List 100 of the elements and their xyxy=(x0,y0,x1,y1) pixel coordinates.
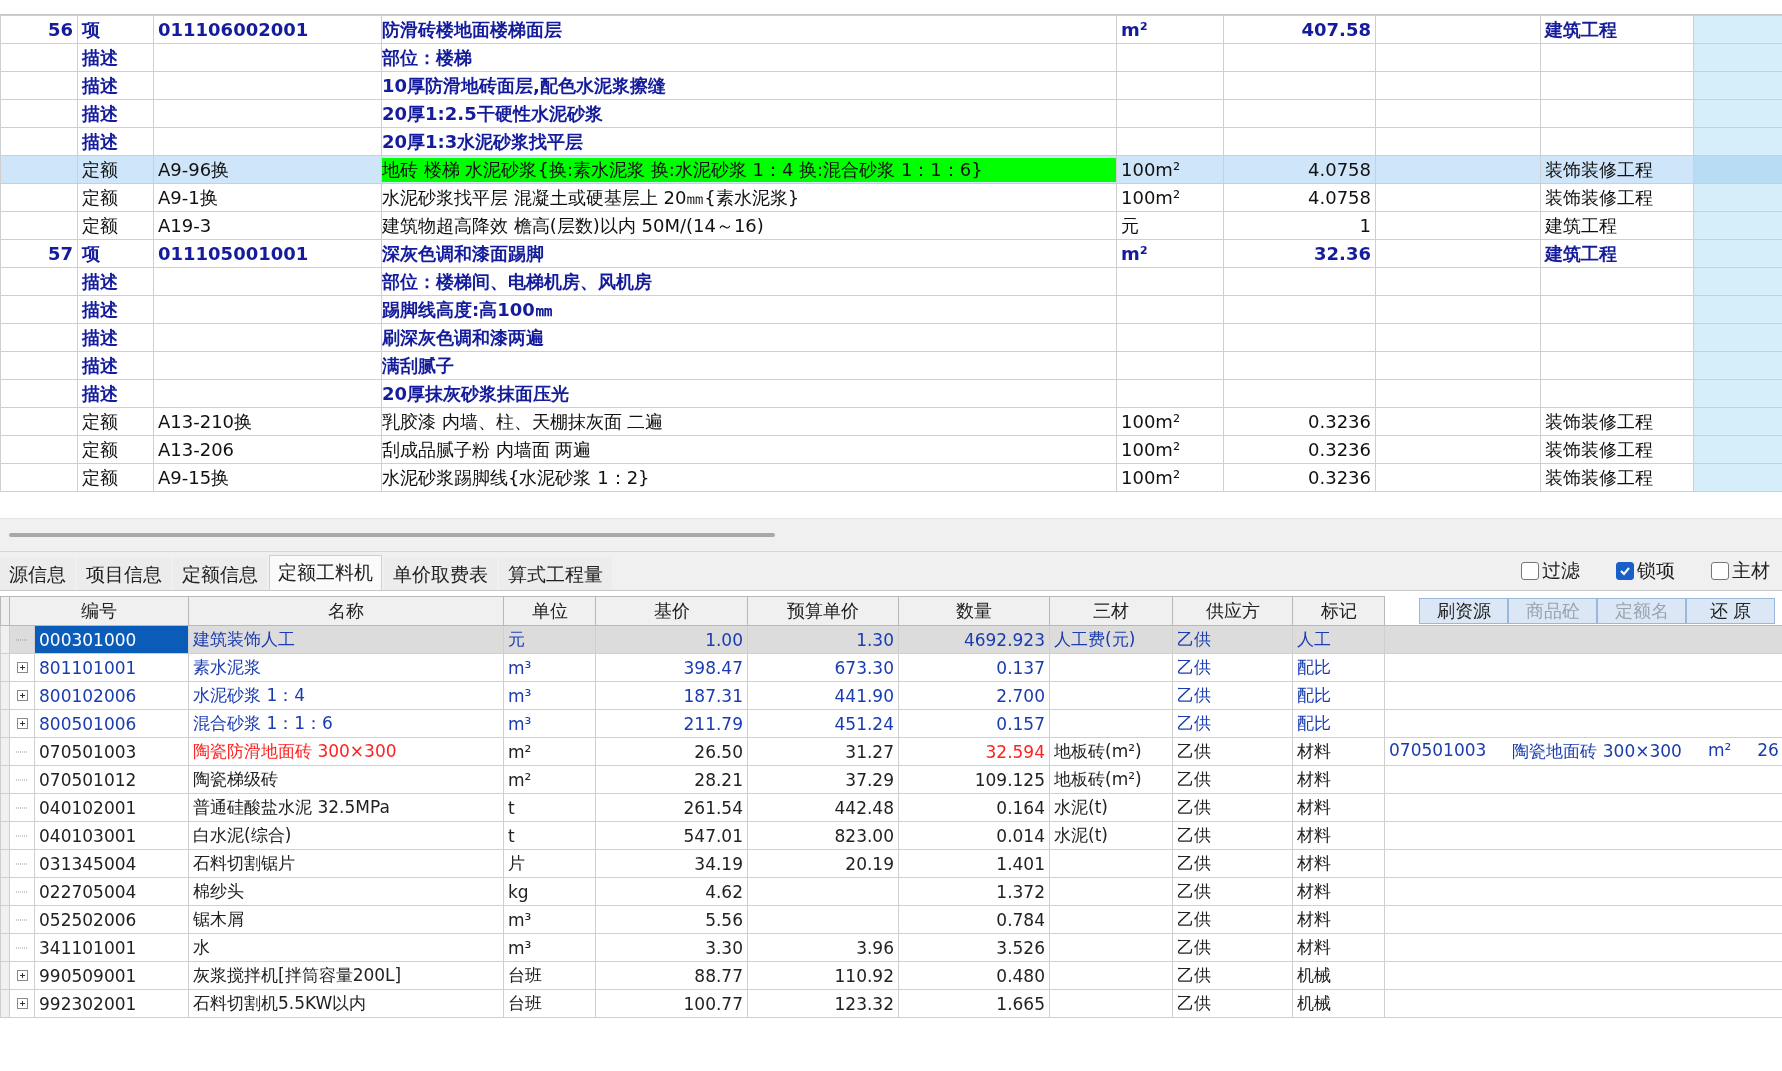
row-number: 57 xyxy=(47,243,73,264)
item-name: 防滑砖楼地面楼梯面层 xyxy=(382,17,563,42)
action-button[interactable]: 还 原 xyxy=(1686,597,1775,624)
item-code: 011106002001 xyxy=(158,19,309,40)
category: 建筑工程 xyxy=(1545,18,1617,40)
item-name: 刮成品腻子粉 内墙面 两遍 xyxy=(382,437,593,462)
horizontal-scrollbar[interactable] xyxy=(0,518,1782,551)
category: 装饰装修工程 xyxy=(1545,186,1653,208)
quantity: 4.0758 xyxy=(1308,187,1371,208)
unit: 片 xyxy=(508,853,525,873)
resource-code: 800102006 xyxy=(39,685,137,706)
row-type: 描述 xyxy=(82,74,118,96)
column-header: 数量 xyxy=(898,596,1050,626)
budget-price: 673.30 xyxy=(834,657,894,678)
resource-name: 石料切割机5.5KW以内 xyxy=(193,993,367,1013)
item-name: 水泥砂浆找平层 混凝土或硬基层上 20㎜{素水泥浆} xyxy=(382,185,801,210)
expand-icon[interactable] xyxy=(16,998,28,1009)
material-class: 地板砖(m²) xyxy=(1054,741,1142,761)
checkbox[interactable] xyxy=(1711,562,1729,580)
quantity: 0.157 xyxy=(996,713,1045,734)
base-price: 398.47 xyxy=(683,657,743,678)
tab[interactable]: 源信息 xyxy=(0,558,75,590)
row-type: 定额 xyxy=(82,466,118,488)
row-type: 描述 xyxy=(82,382,118,404)
tab[interactable]: 定额工料机 xyxy=(269,555,382,590)
tab[interactable]: 单价取费表 xyxy=(384,558,497,590)
supplier: 乙供 xyxy=(1177,797,1211,817)
resource-mark: 材料 xyxy=(1297,881,1331,901)
resource-mark: 材料 xyxy=(1297,853,1331,873)
item-name: 建筑物超高降效 檐高(层数)以内 50M/(14～16) xyxy=(382,213,765,238)
supplier: 乙供 xyxy=(1177,881,1211,901)
expand-icon[interactable] xyxy=(16,718,28,729)
column-header: 单位 xyxy=(503,596,596,626)
material-class: 水泥(t) xyxy=(1054,825,1108,845)
tab[interactable]: 项目信息 xyxy=(77,558,171,590)
unit: m³ xyxy=(508,909,532,930)
base-price: 5.56 xyxy=(705,909,743,930)
category: 装饰装修工程 xyxy=(1545,158,1653,180)
resource-code: 040102001 xyxy=(39,797,137,818)
quantity: 0.164 xyxy=(996,797,1045,818)
expand-icon[interactable] xyxy=(16,690,28,701)
expand-icon[interactable] xyxy=(16,970,28,981)
unit: kg xyxy=(508,881,529,902)
supplier: 乙供 xyxy=(1177,713,1211,733)
material-class: 水泥(t) xyxy=(1054,797,1108,817)
resource-mark: 材料 xyxy=(1297,797,1331,817)
item-name: 踢脚线高度:高100㎜ xyxy=(382,297,554,322)
resource-mark: 材料 xyxy=(1297,909,1331,929)
column-header: 编号 xyxy=(9,596,189,626)
unit: m² xyxy=(508,741,532,762)
base-price: 88.77 xyxy=(694,965,743,986)
category: 装饰装修工程 xyxy=(1545,466,1653,488)
resource-code: 070501012 xyxy=(39,769,137,790)
resource-code: 000301000 xyxy=(39,629,137,650)
quantity: 0.137 xyxy=(996,657,1045,678)
supplier: 乙供 xyxy=(1177,657,1211,677)
budget-price: 3.96 xyxy=(856,937,894,958)
row-type: 描述 xyxy=(82,326,118,348)
supplier: 乙供 xyxy=(1177,685,1211,705)
item-name: 地砖 楼梯 水泥砂浆{换:素水泥浆 换:水泥砂浆 1：4 换:混合砂浆 1：1：6} xyxy=(382,157,1116,182)
scrollbar-thumb[interactable] xyxy=(9,533,775,537)
item-code: A9-1换 xyxy=(158,186,218,208)
resource-mark: 材料 xyxy=(1297,937,1331,957)
base-price: 261.54 xyxy=(683,797,743,818)
base-price: 100.77 xyxy=(683,993,743,1014)
unit: 台班 xyxy=(508,993,542,1013)
base-price: 28.21 xyxy=(694,769,743,790)
base-price: 34.19 xyxy=(694,853,743,874)
action-button[interactable]: 刷资源 xyxy=(1419,597,1508,624)
unit: t xyxy=(508,797,515,818)
supplier: 乙供 xyxy=(1177,769,1211,789)
budget-price: 31.27 xyxy=(845,741,894,762)
expand-icon[interactable] xyxy=(16,662,28,673)
quantity: 407.58 xyxy=(1301,19,1371,40)
tab[interactable]: 算式工程量 xyxy=(499,558,612,590)
row-type: 项 xyxy=(82,18,100,40)
item-name: 刷深灰色调和漆两遍 xyxy=(382,325,545,350)
item-name: 满刮腻子 xyxy=(382,353,455,378)
tab[interactable]: 定额信息 xyxy=(173,558,267,590)
item-code: 011105001001 xyxy=(158,243,309,264)
quantity: 32.36 xyxy=(1314,243,1371,264)
unit: t xyxy=(508,825,515,846)
item-name: 部位：楼梯间、电梯机房、风机房 xyxy=(382,269,653,294)
resource-code: 022705004 xyxy=(39,881,137,902)
supplier: 乙供 xyxy=(1177,909,1211,929)
quantity: 1.372 xyxy=(996,881,1045,902)
budget-price: 123.32 xyxy=(834,993,894,1014)
checkbox-label: 主材 xyxy=(1732,558,1770,583)
resource-mark: 机械 xyxy=(1297,993,1331,1013)
quantity: 109.125 xyxy=(974,769,1045,790)
checkbox[interactable] xyxy=(1521,562,1539,580)
column-header: 供应方 xyxy=(1172,596,1293,626)
resource-name: 混合砂浆 1：1：6 xyxy=(193,713,333,733)
row-type: 描述 xyxy=(82,270,118,292)
item-code: A13-206 xyxy=(158,439,235,460)
checkbox[interactable] xyxy=(1616,562,1634,580)
unit: m³ xyxy=(508,937,532,958)
unit: m² xyxy=(1121,19,1148,40)
replacement-price: 26 xyxy=(1757,740,1779,762)
resource-mark: 材料 xyxy=(1297,741,1331,761)
